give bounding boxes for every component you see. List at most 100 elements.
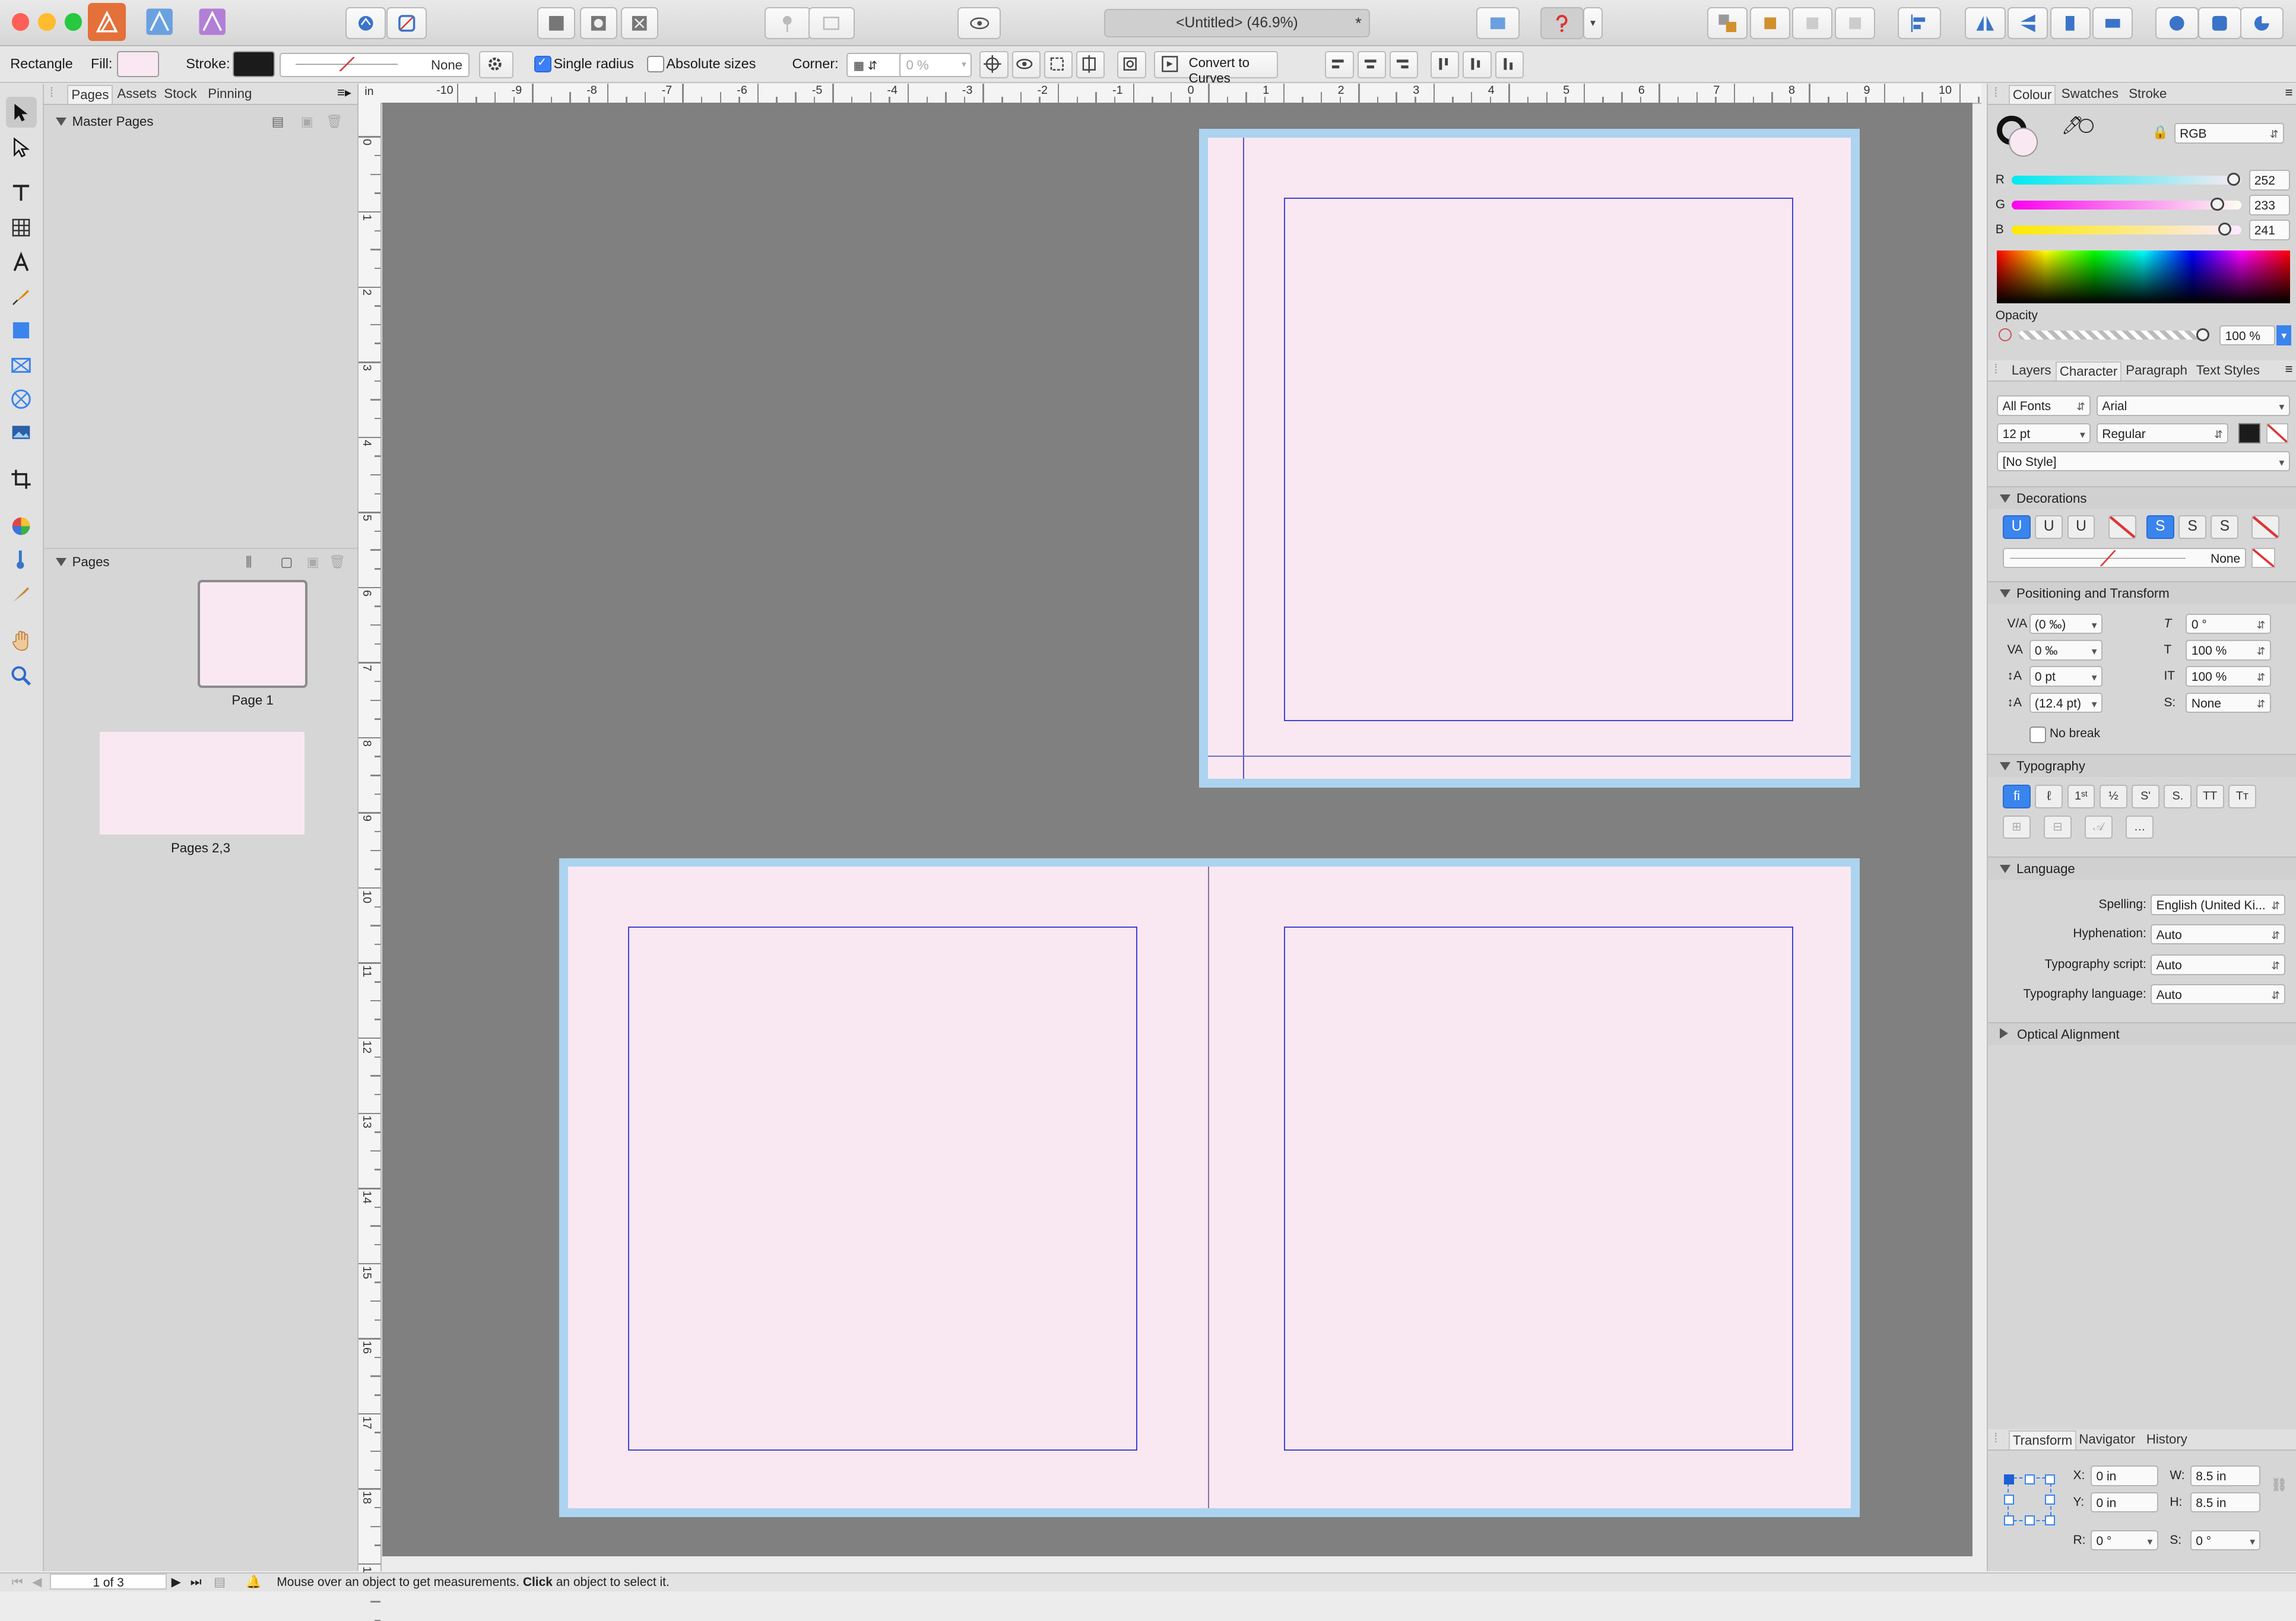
convert-to-curves-button[interactable]: Convert to Curves xyxy=(1153,51,1278,85)
strike-colour-icon[interactable] xyxy=(2251,515,2280,539)
boolean-add-icon[interactable] xyxy=(537,7,575,39)
tab-assets[interactable]: Assets xyxy=(114,85,159,103)
ring-swatch-icon[interactable] xyxy=(2079,118,2094,134)
x-field[interactable]: 0 in xyxy=(2091,1465,2158,1486)
underline-single-icon[interactable]: U xyxy=(2003,515,2031,539)
rotation-field[interactable]: 0 ° ▾ xyxy=(2091,1530,2158,1551)
tab-character[interactable]: Character xyxy=(2055,361,2122,380)
decoration-line-colour-swatch[interactable] xyxy=(2251,547,2275,569)
underline-double-icon[interactable]: U xyxy=(2035,515,2063,539)
link-icon[interactable]: ⛓ xyxy=(2271,1477,2288,1493)
font-size-field[interactable]: 12 pt ▾ xyxy=(1997,423,2091,444)
subscript-icon[interactable]: S. xyxy=(2164,785,2192,808)
align-middle-icon[interactable] xyxy=(1463,51,1492,79)
font-style-select[interactable]: Regular ⇵ xyxy=(2096,423,2228,444)
rotate-left-icon[interactable] xyxy=(2050,7,2091,39)
designer-persona-icon[interactable] xyxy=(141,3,179,41)
red-slider[interactable] xyxy=(2011,176,2242,185)
decoration-line-style-field[interactable]: None xyxy=(2003,547,2246,569)
corner-amount-field[interactable]: 0 % ▾ xyxy=(899,52,972,77)
tab-colour[interactable]: Colour xyxy=(2008,85,2056,104)
guide-horizontal[interactable] xyxy=(1208,755,1851,757)
prev-page-icon[interactable]: ◀ xyxy=(32,1574,42,1591)
share-icon[interactable] xyxy=(345,7,386,39)
rectangle-tool-icon[interactable] xyxy=(6,315,37,345)
align-left-icon[interactable] xyxy=(1325,51,1354,79)
zoom-window-button[interactable] xyxy=(64,13,83,31)
frame-icon[interactable] xyxy=(808,7,855,39)
blue-value-field[interactable]: 241 xyxy=(2249,220,2290,240)
small-caps-icon[interactable]: Tт xyxy=(2228,785,2256,808)
arrange-front-icon[interactable] xyxy=(1707,7,1748,39)
absolute-sizes-checkbox[interactable] xyxy=(647,55,664,73)
pages-header[interactable]: Pages ⫼ ▢ ▣ 🗑 xyxy=(44,547,357,575)
insert-inside-icon[interactable] xyxy=(2197,7,2241,39)
blue-slider-knob[interactable] xyxy=(2218,222,2231,236)
table-tool-icon[interactable] xyxy=(6,212,37,243)
add-master-icon[interactable]: ▤ xyxy=(272,109,284,135)
panel-menu-icon[interactable]: ≡▸ xyxy=(337,85,351,100)
typography-section-header[interactable]: Typography xyxy=(1988,754,2296,778)
shear-field[interactable]: 0 ° ⇵ xyxy=(2186,613,2271,635)
strike-double-icon[interactable]: S xyxy=(2178,515,2206,539)
discretionary-ligatures-icon[interactable]: ℓ xyxy=(2035,785,2063,808)
panel-menu-icon[interactable]: ≡ xyxy=(2285,85,2293,100)
ligatures-icon[interactable]: fi xyxy=(2003,785,2031,808)
tab-transform[interactable]: Transform xyxy=(2008,1430,2077,1449)
hyphenation-select[interactable]: Auto ⇵ xyxy=(2151,924,2286,945)
flip-horizontal-icon[interactable] xyxy=(1965,7,2006,39)
green-value-field[interactable]: 233 xyxy=(2249,195,2290,215)
snapping-icon[interactable] xyxy=(386,7,427,39)
colour-spectrum[interactable] xyxy=(1997,250,2290,303)
opacity-slider-knob[interactable] xyxy=(2196,328,2209,341)
hand-tool-icon[interactable] xyxy=(6,625,37,656)
minimize-window-button[interactable] xyxy=(38,13,56,31)
tab-text-styles[interactable]: Text Styles xyxy=(2193,361,2263,379)
tracking-field[interactable]: (0 ‰) ▾ xyxy=(2029,613,2102,635)
text-style-select[interactable]: [No Style] ▾ xyxy=(1997,451,2290,472)
leading-field[interactable]: (12.4 pt) ▾ xyxy=(2029,692,2102,713)
typography-script-select[interactable]: Auto ⇵ xyxy=(2151,954,2286,975)
language-section-header[interactable]: Language xyxy=(1988,857,2296,880)
picture-frame-tool-icon[interactable] xyxy=(6,350,37,381)
green-slider[interactable] xyxy=(2011,200,2242,210)
tab-stock[interactable]: Stock xyxy=(161,85,199,103)
fill-stroke-well[interactable] xyxy=(1997,115,2041,160)
text-tool-icon[interactable] xyxy=(6,177,37,208)
pages-2-3-thumbnail[interactable] xyxy=(99,732,305,835)
crop-tool-icon[interactable] xyxy=(6,464,37,495)
optical-alignment-section-header[interactable]: Optical Alignment xyxy=(1988,1022,2296,1045)
swash-icon[interactable]: 𝒜 xyxy=(2085,815,2113,839)
underline-custom-icon[interactable]: U xyxy=(2067,515,2095,539)
insert-before-icon[interactable] xyxy=(2155,7,2199,39)
panel-menu-icon[interactable]: ≡ xyxy=(2285,361,2293,377)
superscript-icon[interactable]: S' xyxy=(2132,785,2160,808)
help-icon[interactable] xyxy=(1540,7,1584,39)
document-canvas[interactable] xyxy=(382,102,1972,1557)
stylistic-sets-icon[interactable]: ⊞ xyxy=(2003,815,2031,839)
help-dropdown-chevron-icon[interactable]: ▾ xyxy=(1583,7,1603,39)
underline-colour-icon[interactable] xyxy=(2108,515,2136,539)
arrange-backward-icon[interactable] xyxy=(1792,7,1833,39)
master-pages-header[interactable]: Master Pages ▤ ▣ 🗑 xyxy=(44,109,357,135)
snap-bounding-icon[interactable] xyxy=(1044,51,1073,79)
no-break-checkbox[interactable] xyxy=(2029,726,2047,744)
y-field[interactable]: 0 in xyxy=(2091,1492,2158,1513)
first-page-icon[interactable]: ⏮ xyxy=(12,1574,23,1591)
align-top-icon[interactable] xyxy=(1431,51,1460,79)
opacity-value-field[interactable]: 100 % xyxy=(2219,325,2275,346)
publisher-persona-icon[interactable] xyxy=(88,2,126,42)
duplicate-page-icon[interactable]: ▣ xyxy=(307,549,319,575)
fill-swatch[interactable] xyxy=(117,51,159,77)
strike-single-icon[interactable]: S xyxy=(2146,515,2174,539)
text-highlight-swatch[interactable] xyxy=(2266,423,2289,444)
tab-navigator[interactable]: Navigator xyxy=(2076,1430,2138,1448)
page-1[interactable] xyxy=(1208,137,1851,779)
stylistic-select[interactable]: None ⇵ xyxy=(2186,692,2271,713)
positioning-section-header[interactable]: Positioning and Transform xyxy=(1988,581,2296,605)
more-typography-icon[interactable]: … xyxy=(2126,815,2154,839)
page-1-thumbnail[interactable] xyxy=(198,579,307,689)
fractions-icon[interactable]: ½ xyxy=(2099,785,2127,808)
boolean-intersect-icon[interactable] xyxy=(620,7,659,39)
arrange-back-icon[interactable] xyxy=(1834,7,1876,39)
